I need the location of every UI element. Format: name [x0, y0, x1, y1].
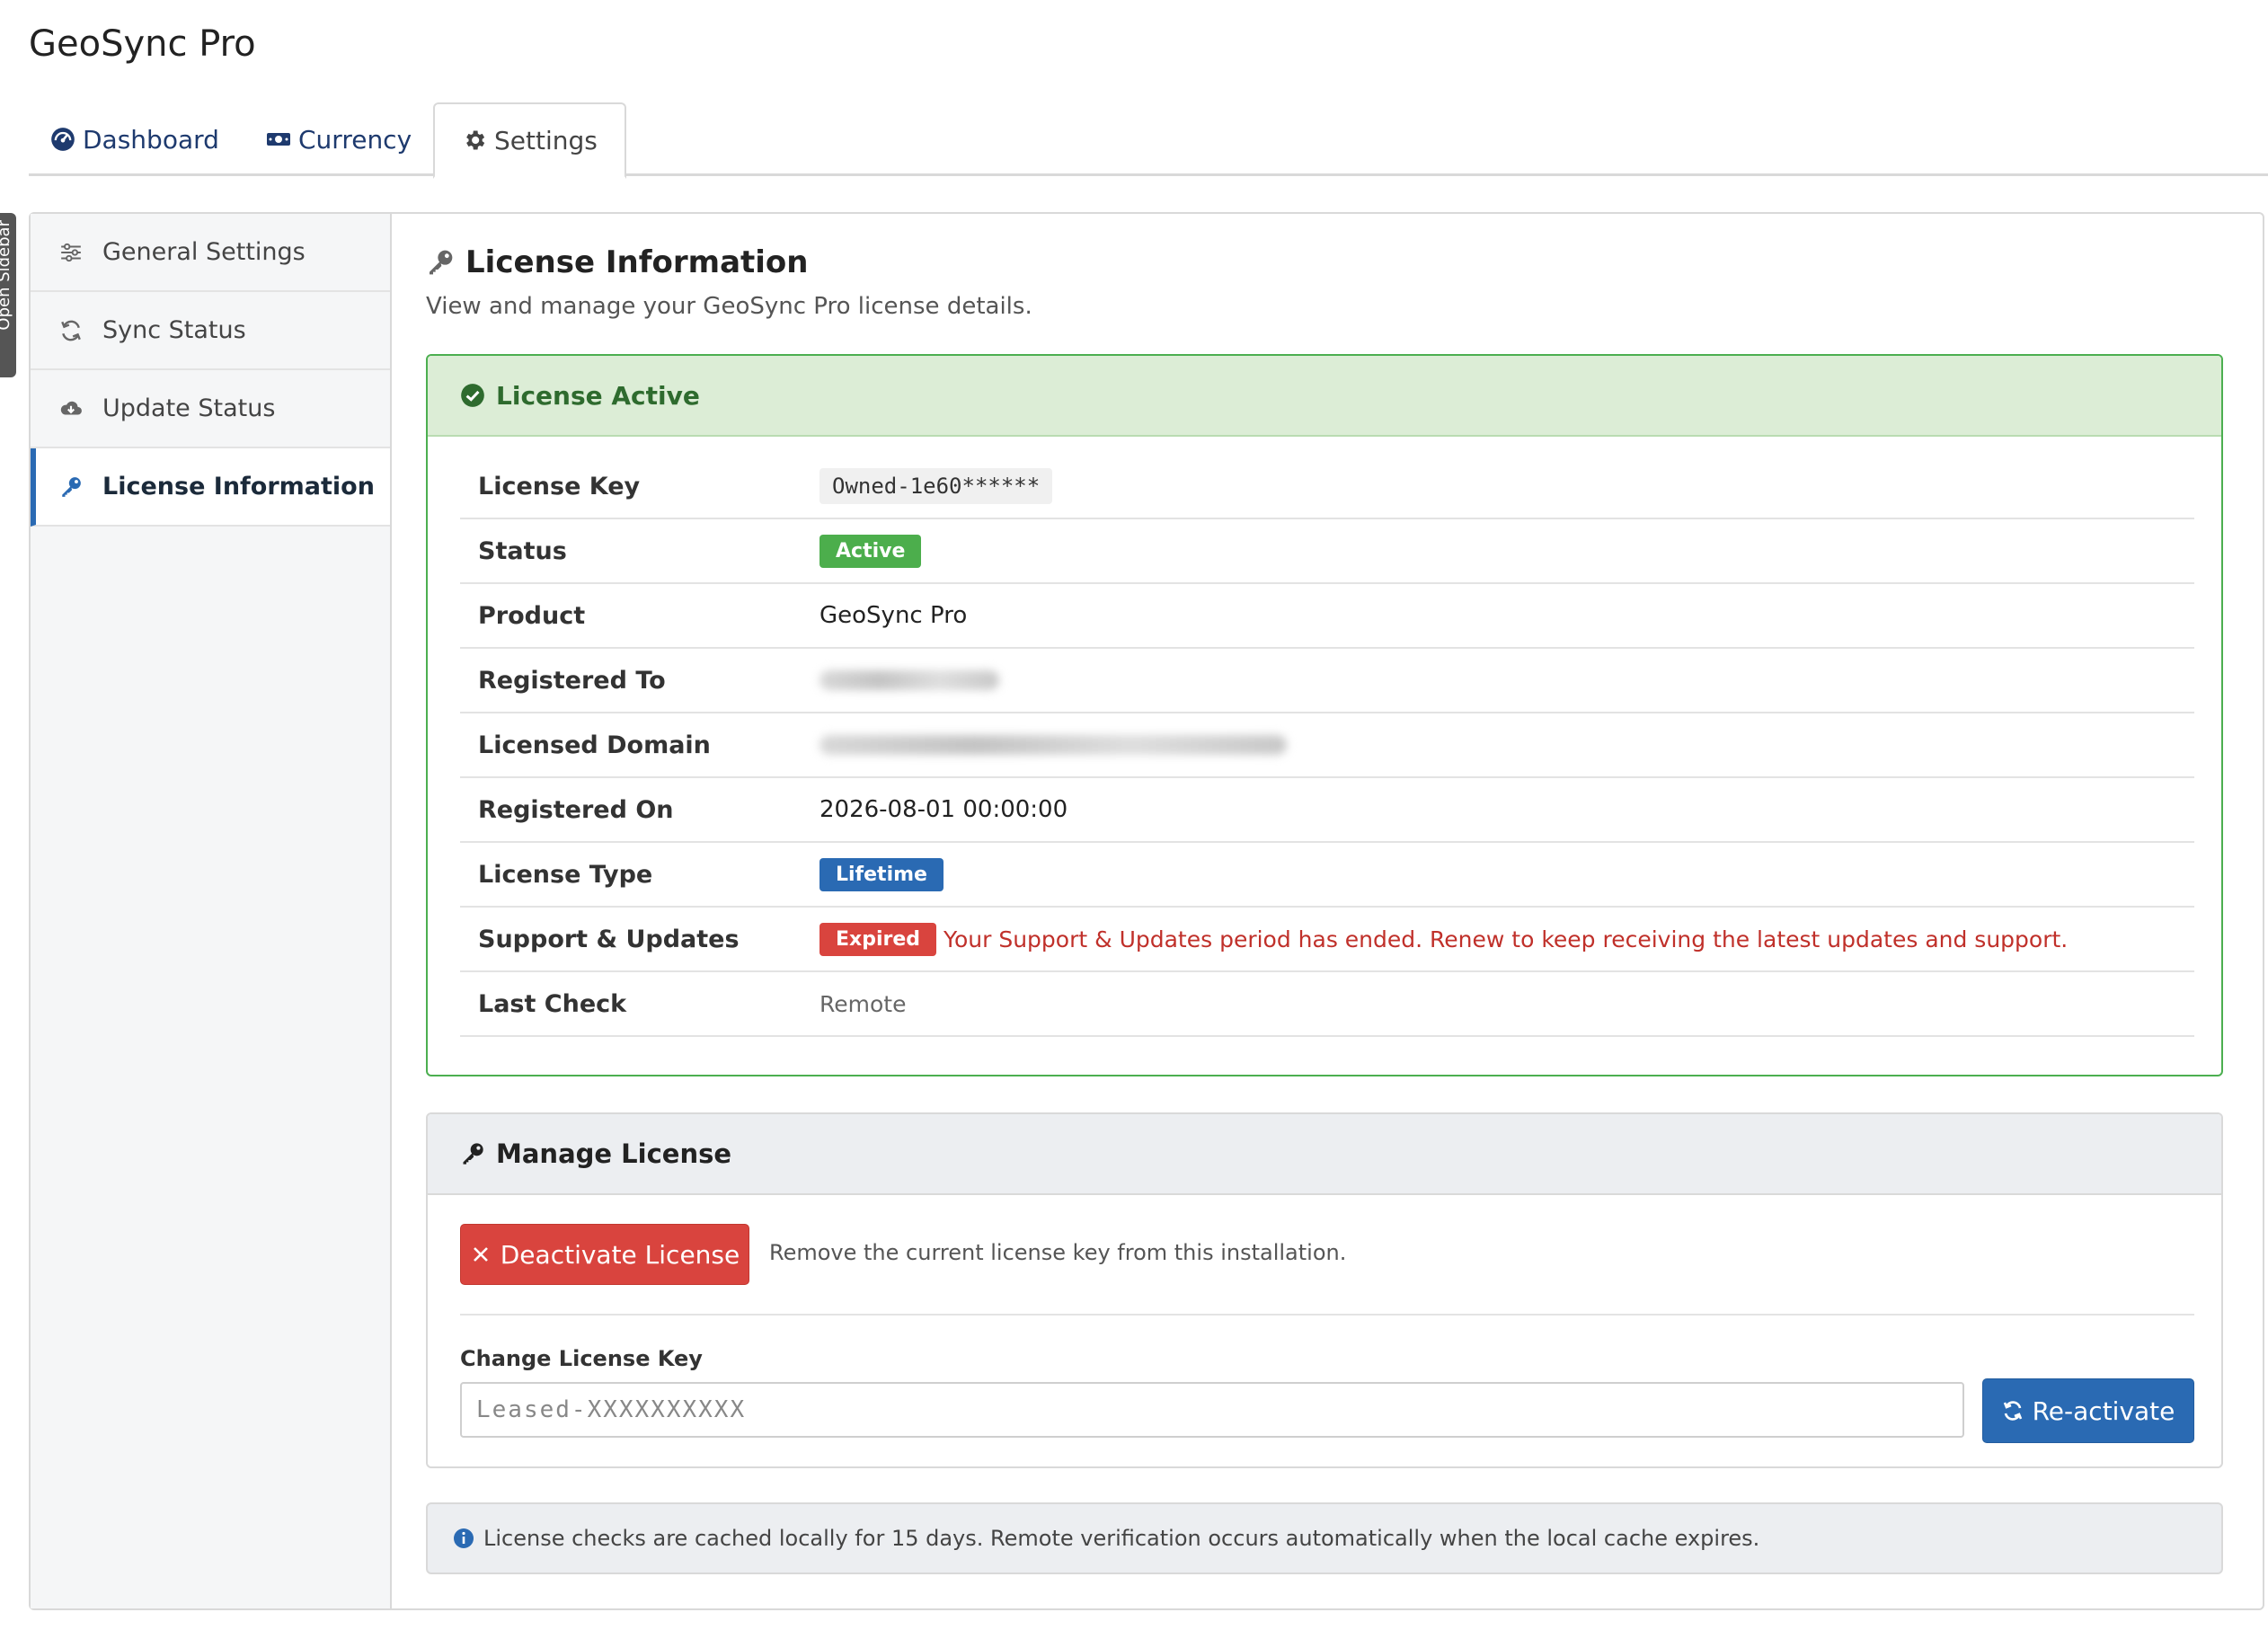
sliders-icon	[61, 243, 81, 261]
license-type-badge: Lifetime	[819, 857, 944, 891]
row-label: Support & Updates	[478, 925, 740, 953]
row-label: Registered On	[478, 795, 674, 824]
status-badge: Active	[819, 534, 922, 568]
tab-dashboard[interactable]: Dashboard	[50, 102, 219, 176]
nav-item-sync-status[interactable]: Sync Status	[31, 292, 390, 370]
nav-item-general-settings[interactable]: General Settings	[31, 214, 390, 292]
table-row: Support & Updates Expired Your Support &…	[460, 908, 2194, 972]
registered-on-value: 2026-08-01 00:00:00	[819, 796, 1068, 823]
deactivate-note: Remove the current license key from this…	[769, 1240, 1347, 1265]
sync-icon	[61, 320, 81, 341]
license-card-header: License Active	[428, 356, 2221, 437]
check-circle-icon	[461, 384, 484, 407]
open-sidebar-label: Open Sidebar	[0, 220, 13, 331]
open-sidebar-toggle[interactable]: Open Sidebar	[0, 213, 16, 377]
manage-license-card: Manage License Deactivate License Remove…	[426, 1112, 2223, 1468]
row-label: Registered To	[478, 666, 666, 695]
app-title: GeoSync Pro	[29, 23, 256, 65]
cloud-download-icon	[60, 401, 82, 414]
redacted-domain	[819, 735, 1287, 755]
tab-currency-label: Currency	[298, 124, 412, 155]
table-row: Registered On 2026-08-01 00:00:00	[460, 778, 2194, 843]
row-label: Last Check	[478, 989, 627, 1018]
table-row: Status Active	[460, 519, 2194, 584]
support-expired-badge: Expired	[819, 922, 937, 956]
license-key-value: Owned-1e60******	[819, 468, 1053, 504]
nav-item-label: License Information	[102, 473, 375, 501]
page-subtitle: View and manage your GeoSync Pro license…	[426, 293, 1032, 320]
last-check-value: Remote	[819, 990, 907, 1017]
key-icon	[463, 1143, 483, 1165]
row-label: Product	[478, 601, 586, 630]
nav-item-update-status[interactable]: Update Status	[31, 370, 390, 448]
info-icon	[454, 1528, 474, 1548]
page-title: License Information	[465, 244, 809, 280]
money-icon	[267, 133, 290, 146]
cache-info-text: License checks are cached locally for 15…	[483, 1526, 1760, 1551]
tab-dashboard-label: Dashboard	[83, 124, 219, 155]
license-status-card: License Active License Key Owned-1e60***…	[426, 354, 2223, 1076]
close-icon	[473, 1247, 488, 1262]
change-key-label: Change License Key	[460, 1346, 703, 1371]
nav-item-label: Sync Status	[102, 316, 246, 344]
table-row: License Key Owned-1e60******	[460, 455, 2194, 519]
tab-settings[interactable]: Settings	[433, 102, 626, 179]
license-card-title: License Active	[496, 380, 700, 411]
dashboard-icon	[51, 128, 75, 151]
reactivate-label: Re-activate	[2032, 1395, 2175, 1426]
table-row: License Type Lifetime	[460, 843, 2194, 908]
support-expired-message: Your Support & Updates period has ended.…	[944, 926, 2069, 952]
manage-license-header: Manage License	[428, 1114, 2221, 1195]
redacted-registrant	[819, 670, 999, 690]
settings-panel: General Settings Sync Status Update Stat…	[29, 212, 2264, 1610]
divider	[460, 1314, 2194, 1316]
section-heading: License Information	[426, 244, 809, 280]
nav-item-label: Update Status	[102, 394, 276, 422]
key-icon	[430, 250, 453, 275]
license-details-table: License Key Owned-1e60****** Status Acti…	[460, 455, 2194, 1037]
table-row: Licensed Domain	[460, 713, 2194, 778]
nav-item-license-information[interactable]: License Information	[31, 448, 390, 527]
row-label: Licensed Domain	[478, 731, 711, 759]
row-label: License Type	[478, 860, 653, 889]
manage-license-title: Manage License	[496, 1138, 732, 1169]
cache-info-alert: License checks are cached locally for 15…	[426, 1502, 2223, 1574]
row-label: License Key	[478, 472, 641, 501]
license-key-input[interactable]	[460, 1382, 1964, 1438]
sync-icon	[2003, 1401, 2022, 1421]
deactivate-license-button[interactable]: Deactivate License	[460, 1224, 749, 1285]
table-row: Last Check Remote	[460, 972, 2194, 1037]
table-row: Product GeoSync Pro	[460, 584, 2194, 649]
gear-icon	[466, 130, 485, 150]
product-value: GeoSync Pro	[819, 602, 968, 629]
key-icon	[62, 476, 81, 497]
reactivate-button[interactable]: Re-activate	[1982, 1378, 2194, 1443]
row-label: Status	[478, 536, 567, 565]
deactivate-label: Deactivate License	[500, 1239, 740, 1270]
table-row: Registered To	[460, 649, 2194, 713]
tab-settings-label: Settings	[494, 125, 598, 155]
settings-nav: General Settings Sync Status Update Stat…	[31, 214, 392, 1608]
tab-currency[interactable]: Currency	[266, 102, 412, 176]
nav-item-label: General Settings	[102, 238, 306, 266]
main-tabs: Dashboard Currency Settings	[29, 102, 2268, 179]
